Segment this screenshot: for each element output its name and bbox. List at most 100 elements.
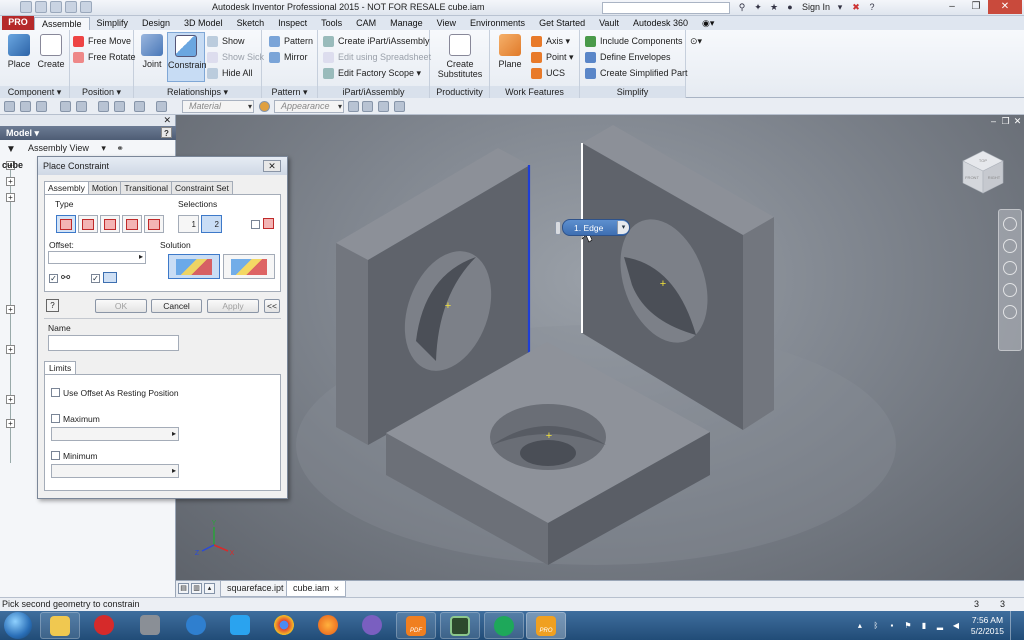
look-at-icon[interactable]	[1003, 305, 1017, 319]
view-cube[interactable]: TOP FRONT RIGHT	[959, 147, 1007, 195]
joint-button[interactable]: Joint	[136, 32, 168, 72]
tree-root-cube[interactable]: cube	[2, 160, 23, 170]
chip-grip-handle[interactable]	[555, 221, 561, 235]
taskbar-twitter[interactable]	[220, 612, 260, 639]
show-sick-button[interactable]: Show Sick	[206, 50, 264, 64]
flag-icon[interactable]: ⚑	[903, 621, 913, 631]
ribbon-options-icon[interactable]: ◉▾	[695, 17, 721, 30]
constrain-button[interactable]: Constrain	[167, 32, 207, 82]
tab-transitional[interactable]: Transitional	[120, 181, 172, 194]
tree-expander[interactable]: +	[6, 419, 15, 428]
orbit-icon[interactable]	[1003, 283, 1017, 297]
dialog-title-bar[interactable]: Place Constraint ✕	[38, 157, 287, 175]
tab-get-started[interactable]: Get Started	[532, 17, 592, 30]
component-panel-label[interactable]: Component ▾	[0, 86, 69, 98]
tab-manage[interactable]: Manage	[383, 17, 430, 30]
viewport-close-icon[interactable]: ✕	[1013, 117, 1022, 126]
key-icon[interactable]: ✦	[752, 1, 764, 13]
tab-simplify[interactable]: Simplify	[90, 17, 136, 30]
taskbar-app-10[interactable]	[440, 612, 480, 639]
new-icon[interactable]	[20, 1, 32, 13]
dialog-close-button[interactable]: ✕	[263, 160, 281, 172]
tray-app-icon[interactable]: ▪	[887, 621, 897, 631]
tree-expander[interactable]: +	[6, 305, 15, 314]
maximize-button[interactable]: ❐	[964, 0, 988, 14]
open-icon[interactable]	[35, 1, 47, 13]
chip-dropdown-icon[interactable]: ▾	[617, 221, 629, 234]
tangent-constraint-button[interactable]	[100, 215, 120, 233]
tile-windows-icon[interactable]: ▤	[178, 583, 189, 594]
create-simplified-part-button[interactable]: Create Simplified Part	[584, 66, 688, 80]
taskbar-firefox[interactable]	[308, 612, 348, 639]
mate-solution-button[interactable]	[168, 254, 220, 279]
network-icon[interactable]: ▂	[935, 621, 945, 631]
undo-icon[interactable]	[60, 101, 71, 112]
battery-icon[interactable]: ▮	[919, 621, 929, 631]
clear-appearance-icon[interactable]	[348, 101, 359, 112]
taskbar-app-4[interactable]	[176, 612, 216, 639]
selection-1-button[interactable]: 1	[178, 215, 199, 233]
find-icon[interactable]: ⚭	[116, 143, 124, 153]
tab-limits[interactable]: Limits	[44, 361, 77, 375]
appearance-combo[interactable]: Appearance ▾	[274, 100, 344, 113]
constraint-name-input[interactable]	[48, 335, 179, 351]
maximum-dropdown-icon[interactable]: ▸	[172, 429, 176, 438]
angle-constraint-button[interactable]	[78, 215, 98, 233]
create-button[interactable]: Create	[35, 32, 67, 72]
exchange-icon[interactable]: ✖	[850, 1, 862, 13]
tab-inspect[interactable]: Inspect	[271, 17, 314, 30]
assembly-view-dropdown[interactable]: Assembly View ▾ ⚭	[0, 141, 176, 155]
tab-motion[interactable]: Motion	[87, 181, 122, 194]
taskbar-terminal[interactable]	[130, 612, 170, 639]
graphics-viewport[interactable]: + + + – ❐ ✕ TOP FRONT RIGHT 1. Edge ▾ Y …	[176, 115, 1024, 580]
tab-list-icon[interactable]: ▴	[204, 583, 215, 594]
create-substitutes-button[interactable]: Create Substitutes	[436, 32, 484, 79]
create-ipart-button[interactable]: Create iPart/iAssembly	[322, 34, 430, 48]
tree-expander[interactable]: +	[6, 193, 15, 202]
color-icon[interactable]	[394, 101, 405, 112]
adjust-icon[interactable]	[362, 101, 373, 112]
save-file-icon[interactable]	[36, 101, 47, 112]
taskbar-explorer[interactable]	[40, 612, 80, 639]
maximum-input[interactable]: ▸	[51, 427, 179, 441]
home-icon[interactable]	[98, 101, 109, 112]
position-panel-label[interactable]: Position ▾	[70, 86, 133, 98]
tab-design[interactable]: Design	[135, 17, 177, 30]
new-file-icon[interactable]	[4, 101, 15, 112]
ucs-button[interactable]: UCS	[530, 66, 565, 80]
free-move-button[interactable]: Free Move	[72, 34, 131, 48]
pattern-button[interactable]: Pattern	[268, 34, 313, 48]
ribbon-expand-icon[interactable]: ⊙▾	[690, 34, 702, 48]
place-button[interactable]: Place	[3, 32, 35, 72]
edit-spreadsheet-button[interactable]: Edit using Spreadsheet	[322, 50, 431, 64]
minimum-input[interactable]: ▸	[51, 464, 179, 478]
selection-filter-chip[interactable]: 1. Edge ▾	[555, 219, 630, 236]
hide-all-button[interactable]: Hide All	[206, 66, 253, 80]
relationships-panel-label[interactable]: Relationships ▾	[134, 86, 261, 98]
tab-3d-model[interactable]: 3D Model	[177, 17, 230, 30]
file-tab[interactable]: PRO	[2, 16, 34, 30]
viewport-restore-icon[interactable]: ❐	[1001, 117, 1010, 126]
sign-in-dropdown-icon[interactable]: ▾	[834, 1, 846, 13]
taskbar-app-splat[interactable]	[84, 612, 124, 639]
zoom-icon[interactable]	[1003, 261, 1017, 275]
symmetry-constraint-button[interactable]	[144, 215, 164, 233]
doc-tab-squareface[interactable]: squareface.ipt	[220, 581, 291, 597]
mate-constraint-button[interactable]	[56, 215, 76, 233]
close-button[interactable]: ✕	[988, 0, 1022, 14]
show-button[interactable]: Show	[206, 34, 245, 48]
browser-close-icon[interactable]: ✕	[163, 115, 171, 126]
open-file-icon[interactable]	[20, 101, 31, 112]
offset-dropdown-icon[interactable]: ▸	[139, 252, 143, 261]
pick-part-first-checkbox[interactable]	[251, 220, 260, 229]
return-icon[interactable]	[134, 101, 145, 112]
help-icon[interactable]: ?	[866, 1, 878, 13]
undo-icon[interactable]	[65, 1, 77, 13]
selection-2-button[interactable]: 2	[201, 215, 222, 233]
tree-expander[interactable]: +	[6, 345, 15, 354]
tree-expander[interactable]: +	[6, 395, 15, 404]
minimum-checkbox[interactable]	[51, 451, 60, 460]
save-icon[interactable]	[50, 1, 62, 13]
plane-button[interactable]: Plane	[494, 32, 526, 72]
tab-view[interactable]: View	[430, 17, 463, 30]
